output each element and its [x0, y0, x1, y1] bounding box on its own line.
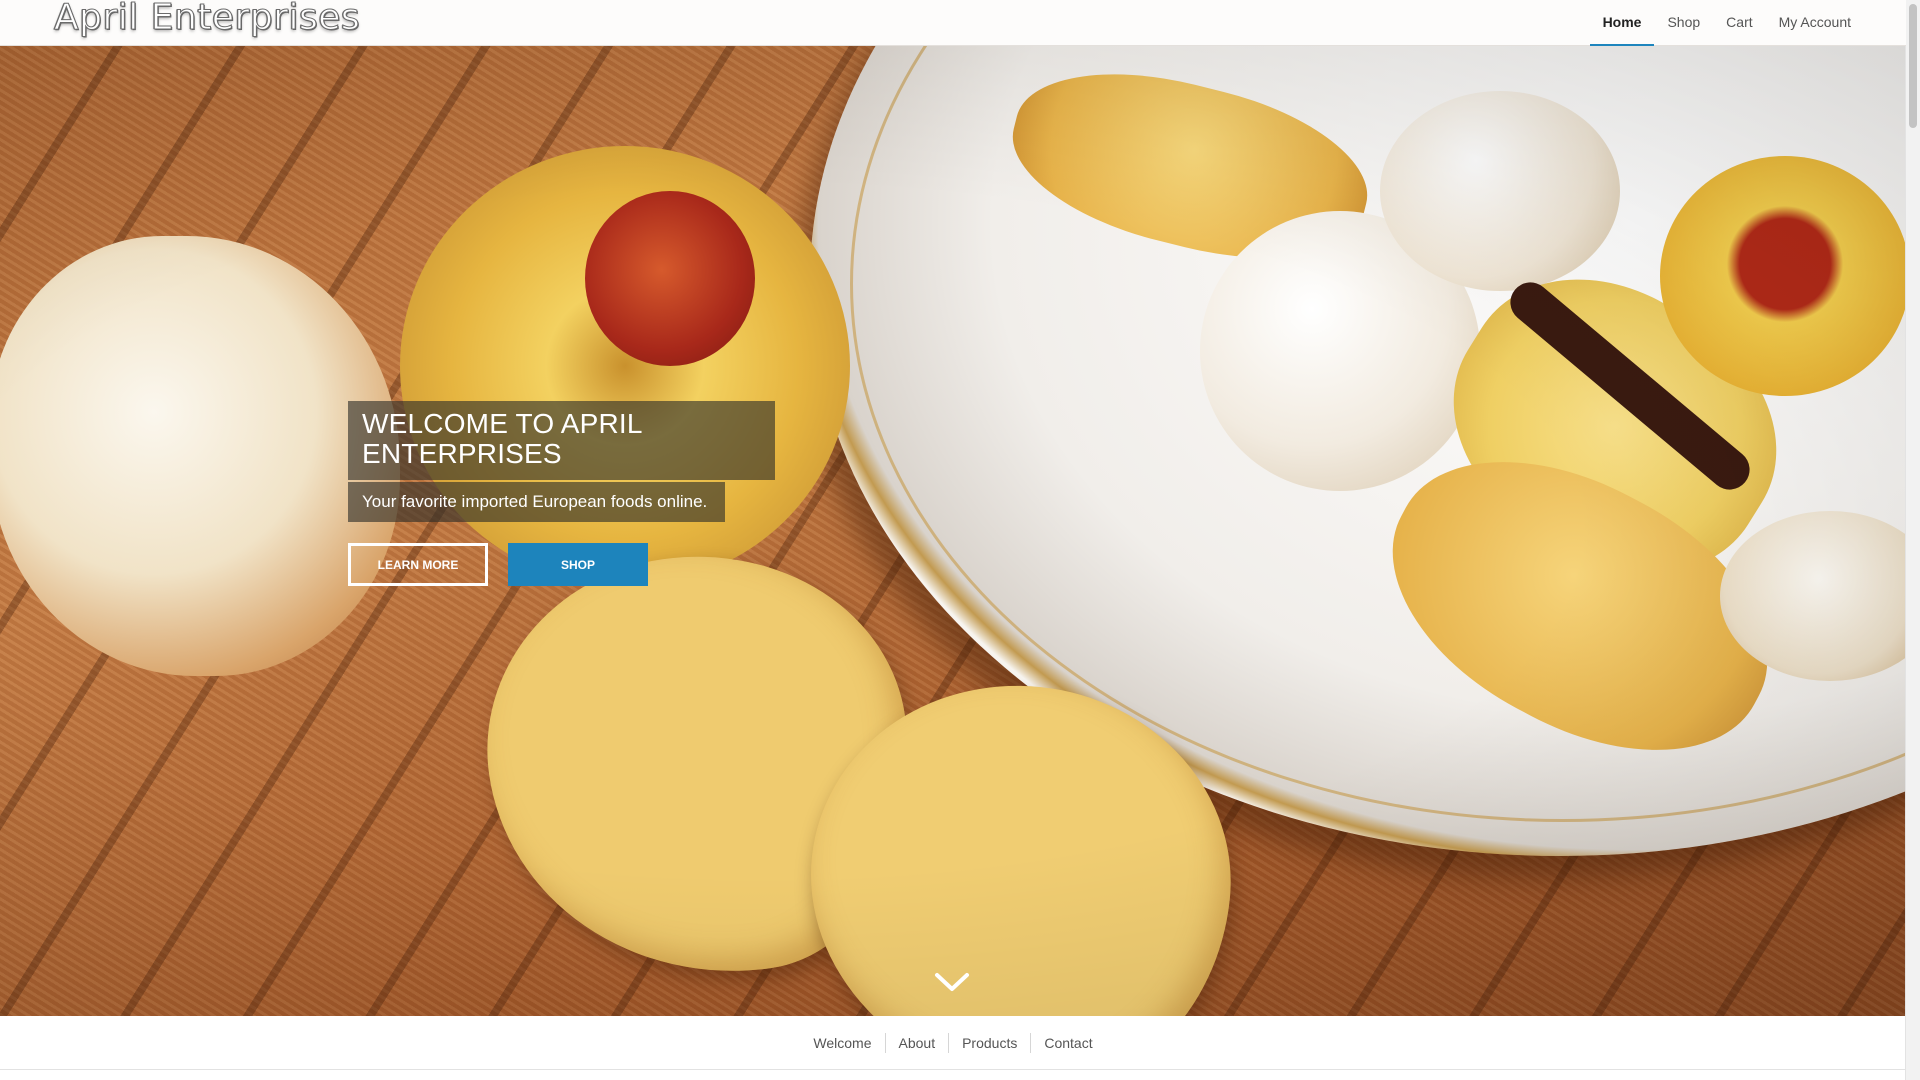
hero-title: WELCOME TO APRIL ENTERPRISES	[348, 401, 775, 480]
nav-item-my-account[interactable]: My Account	[1766, 0, 1864, 45]
nav-item-shop[interactable]: Shop	[1654, 0, 1713, 45]
section-nav: Welcome About Products Contact	[0, 1016, 1906, 1070]
chevron-down-icon[interactable]	[934, 970, 970, 994]
nav-item-home[interactable]: Home	[1589, 0, 1655, 46]
hero-vignette	[0, 46, 1906, 1016]
site-header: April Enterprises Home Shop Cart My Acco…	[0, 0, 1906, 46]
section-nav-products[interactable]: Products	[948, 1032, 1030, 1053]
page-scrollbar[interactable]	[1905, 0, 1920, 1080]
shop-button[interactable]: SHOP	[508, 543, 648, 586]
hero-banner	[0, 46, 1906, 1016]
site-logo[interactable]: April Enterprises	[53, 0, 360, 39]
section-nav-contact[interactable]: Contact	[1030, 1032, 1105, 1053]
section-nav-about[interactable]: About	[884, 1032, 949, 1053]
main-nav: Home Shop Cart My Account	[1589, 0, 1864, 46]
nav-item-cart[interactable]: Cart	[1713, 0, 1765, 45]
section-nav-welcome[interactable]: Welcome	[800, 1033, 884, 1053]
scrollbar-thumb[interactable]	[1909, 4, 1917, 128]
learn-more-button[interactable]: LEARN MORE	[348, 543, 488, 586]
hero-subtitle: Your favorite imported European foods on…	[348, 482, 725, 522]
